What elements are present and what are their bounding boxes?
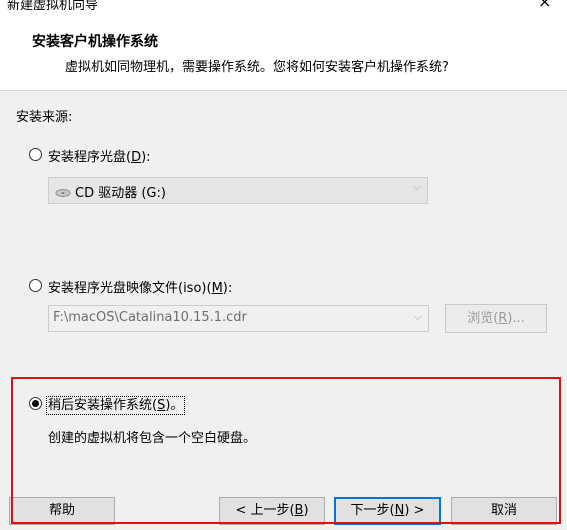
back-button[interactable]: < 上一步(B) xyxy=(219,497,325,525)
chevron-down-icon: ⌵ xyxy=(412,180,421,193)
disc-radio-label[interactable]: 安装程序光盘(D): xyxy=(48,146,151,165)
cd-drive-value: CD 驱动器 (G:) xyxy=(75,186,166,201)
cd-drive-icon xyxy=(55,189,71,197)
disc-radio[interactable] xyxy=(29,148,42,161)
iso-radio[interactable] xyxy=(29,279,42,292)
later-radio[interactable] xyxy=(29,397,42,410)
install-source-label: 安装来源: xyxy=(16,110,73,125)
page-title: 安装客户机操作系统 xyxy=(32,34,158,50)
wizard-header: 安装客户机操作系统 虚拟机如同物理机，需要操作系统。您将如何安装客户机操作系统? xyxy=(0,14,567,91)
page-subtitle: 虚拟机如同物理机，需要操作系统。您将如何安装客户机操作系统? xyxy=(65,60,449,75)
browse-button[interactable]: 浏览(R)... xyxy=(445,304,547,333)
next-button[interactable]: 下一步(N) > xyxy=(334,497,441,525)
chevron-down-icon[interactable]: ⌵ xyxy=(414,310,422,324)
help-button[interactable]: 帮助 xyxy=(9,497,115,525)
iso-path-combobox[interactable]: F:\macOS\Catalina10.15.1.cdr ⌵ xyxy=(48,305,429,332)
window-title: 新建虚拟机向导 xyxy=(7,0,99,13)
later-radio-label[interactable]: 稍后安装操作系统(S)。 xyxy=(45,394,186,415)
close-icon[interactable]: × xyxy=(538,0,551,11)
later-description: 创建的虚拟机将包含一个空白硬盘。 xyxy=(48,431,257,446)
iso-radio-label[interactable]: 安装程序光盘映像文件(iso)(M): xyxy=(48,277,232,296)
cancel-button[interactable]: 取消 xyxy=(451,497,557,525)
title-bar: 新建虚拟机向导 × xyxy=(0,0,567,14)
cd-drive-select[interactable]: CD 驱动器 (G:) ⌵ xyxy=(48,177,428,204)
iso-path-value: F:\macOS\Catalina10.15.1.cdr xyxy=(53,310,247,325)
